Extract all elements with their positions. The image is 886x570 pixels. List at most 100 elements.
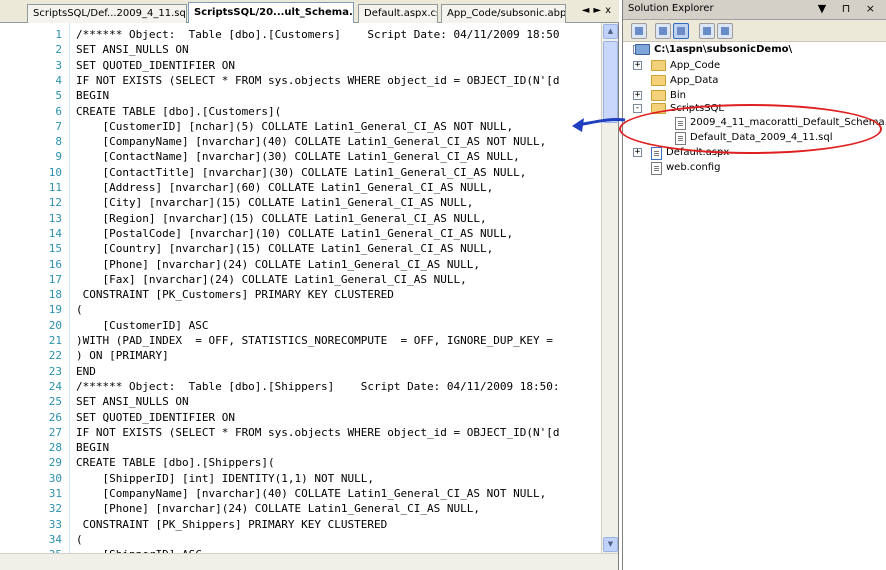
code-text: CREATE TABLE [dbo].[Shippers]( [76,456,275,470]
code-text: ) ON [PRIMARY] [76,349,169,363]
line-number: 2 [55,43,62,57]
code-text: [CompanyName] [nvarchar](40) COLLATE Lat… [76,135,547,149]
line-number: 26 [48,410,62,424]
line-number: 9 [55,150,62,164]
solution-explorer-toolbar [623,20,886,42]
tree-node-label: App_Data [670,75,719,86]
panel-title: Solution Explorer [628,3,714,14]
code-text: ( [76,532,83,546]
line-number: 1 [55,28,62,41]
code-line: 9 [ContactName] [nvarchar](30) COLLATE L… [22,149,602,164]
line-number: 13 [48,211,62,225]
code-line: 26 SET QUOTED_IDENTIFIER ON [22,410,602,425]
folder-icon [651,90,666,101]
code-text: [CustomerID] ASC [76,318,209,332]
line-number: 12 [48,196,62,210]
code-text: SET ANSI_NULLS ON [76,43,189,57]
code-line: 11 [Address] [nvarchar](60) COLLATE Lati… [22,180,602,195]
panel-window-controls[interactable]: ▼ ⊓ × [818,2,881,15]
code-line: 20 [CustomerID] ASC [22,318,602,333]
horizontal-scrollbar[interactable] [0,553,618,570]
tree-node[interactable]: + App_Code [623,58,886,73]
code-line: 8 [CompanyName] [nvarchar](40) COLLATE L… [22,134,602,149]
line-number: 25 [48,395,62,409]
document-tabstrip: ScriptsSQL/Def...2009_4_11.sql* ScriptsS… [0,0,619,23]
code-line: 23 END [22,364,602,379]
code-line: 25 SET ANSI_NULLS ON [22,394,602,409]
code-text: BEGIN [76,441,110,455]
line-number: 34 [48,532,62,546]
selection-margin [0,23,22,570]
expand-icon[interactable]: + [633,61,642,70]
line-number: 20 [48,318,62,332]
pointer-arrow-icon [572,118,626,132]
code-text: IF NOT EXISTS (SELECT * FROM sys.objects… [76,73,560,87]
line-number: 15 [48,242,62,256]
code-text: SET ANSI_NULLS ON [76,395,189,409]
code-line: 28 BEGIN [22,440,602,455]
refresh-icon[interactable] [655,23,671,39]
tab-default-schema-sql[interactable]: ScriptsSQL/20...ult_Schema.sql [188,2,354,23]
code-line: 29 CREATE TABLE [dbo].[Shippers]( [22,455,602,470]
expand-icon[interactable]: + [633,91,642,100]
code-line: 14 [PostalCode] [nvarchar](10) COLLATE L… [22,226,602,241]
code-text: [CustomerID] [nchar](5) COLLATE Latin1_G… [76,119,514,133]
code-line: 15 [Country] [nvarchar](15) COLLATE Lati… [22,241,602,256]
line-number: 3 [55,58,62,72]
collapse-icon[interactable]: - [633,104,642,113]
code-text: [Phone] [nvarchar](24) COLLATE Latin1_Ge… [76,502,480,516]
line-number: 28 [48,441,62,455]
code-text: [ContactTitle] [nvarchar](30) COLLATE La… [76,165,527,179]
scroll-up-icon[interactable]: ▲ [603,24,618,39]
line-number: 18 [48,288,62,302]
code-text-area[interactable]: 1 /****** Object: Table [dbo].[Customers]… [22,23,602,553]
code-text: [City] [nvarchar](15) COLLATE Latin1_Gen… [76,196,474,210]
code-text: /****** Object: Table [dbo].[Customers] … [76,28,560,41]
code-text: [Address] [nvarchar](60) COLLATE Latin1_… [76,181,494,194]
line-number: 33 [48,517,62,531]
code-text: SET QUOTED_IDENTIFIER ON [76,58,235,72]
line-number: 30 [48,471,62,485]
properties-icon[interactable] [631,23,647,39]
code-text: /****** Object: Table [dbo].[Shippers] S… [76,379,560,393]
code-line: 30 [ShipperID] [int] IDENTITY(1,1) NOT N… [22,471,602,486]
tab-subsonic-abp[interactable]: App_Code/subsonic.abp [441,4,566,23]
code-editor-pane: ScriptsSQL/Def...2009_4_11.sql* ScriptsS… [0,0,619,570]
tree-node[interactable]: -C:\1aspn\subsonicDemo\ [623,42,886,57]
line-number: 31 [48,487,62,500]
tab-default-aspx-cs[interactable]: Default.aspx.cs [358,4,438,23]
expand-icon[interactable]: + [633,148,642,157]
highlight-ellipse [619,104,882,154]
code-line: 32 [Phone] [nvarchar](24) COLLATE Latin1… [22,501,602,516]
line-number: 7 [55,119,62,133]
copy-website-icon[interactable] [717,23,733,39]
tab-default-data-sql[interactable]: ScriptsSQL/Def...2009_4_11.sql* [27,4,187,23]
code-line: 5 BEGIN [22,88,602,103]
code-line: 6 CREATE TABLE [dbo].[Customers]( [22,104,602,119]
vertical-scrollbar[interactable]: ▲ ▼ [601,23,618,553]
solution-explorer-titlebar: Solution Explorer ▼ ⊓ × [623,0,886,20]
tree-node[interactable]: App_Data [623,73,886,88]
tree-node[interactable]: web.config [623,160,886,175]
line-number: 23 [48,364,62,378]
line-number: 29 [48,456,62,470]
view-designer-icon[interactable] [699,23,715,39]
code-text: CONSTRAINT [PK_Shippers] PRIMARY KEY CLU… [76,517,388,531]
code-line: 3 SET QUOTED_IDENTIFIER ON [22,58,602,73]
line-number: 27 [48,425,62,439]
tab-controls[interactable]: ◄►x [582,5,615,16]
line-number: 24 [48,379,62,393]
line-number: 4 [55,73,62,87]
line-number: 21 [48,334,62,347]
code-text: [ShipperID] [int] IDENTITY(1,1) NOT NULL… [76,471,375,485]
scroll-down-icon[interactable]: ▼ [603,537,618,552]
line-number: 10 [48,165,62,179]
code-text: [Fax] [nvarchar](24) COLLATE Latin1_Gene… [76,272,467,286]
code-line: 34 ( [22,532,602,547]
code-text: [Region] [nvarchar](15) COLLATE Latin1_G… [76,211,487,225]
show-all-files-icon[interactable] [673,23,689,39]
tree-node-label: C:\1aspn\subsonicDemo\ [654,44,793,55]
config-file-icon [651,162,662,175]
code-text: SET QUOTED_IDENTIFIER ON [76,410,235,424]
line-number: 22 [48,349,62,363]
